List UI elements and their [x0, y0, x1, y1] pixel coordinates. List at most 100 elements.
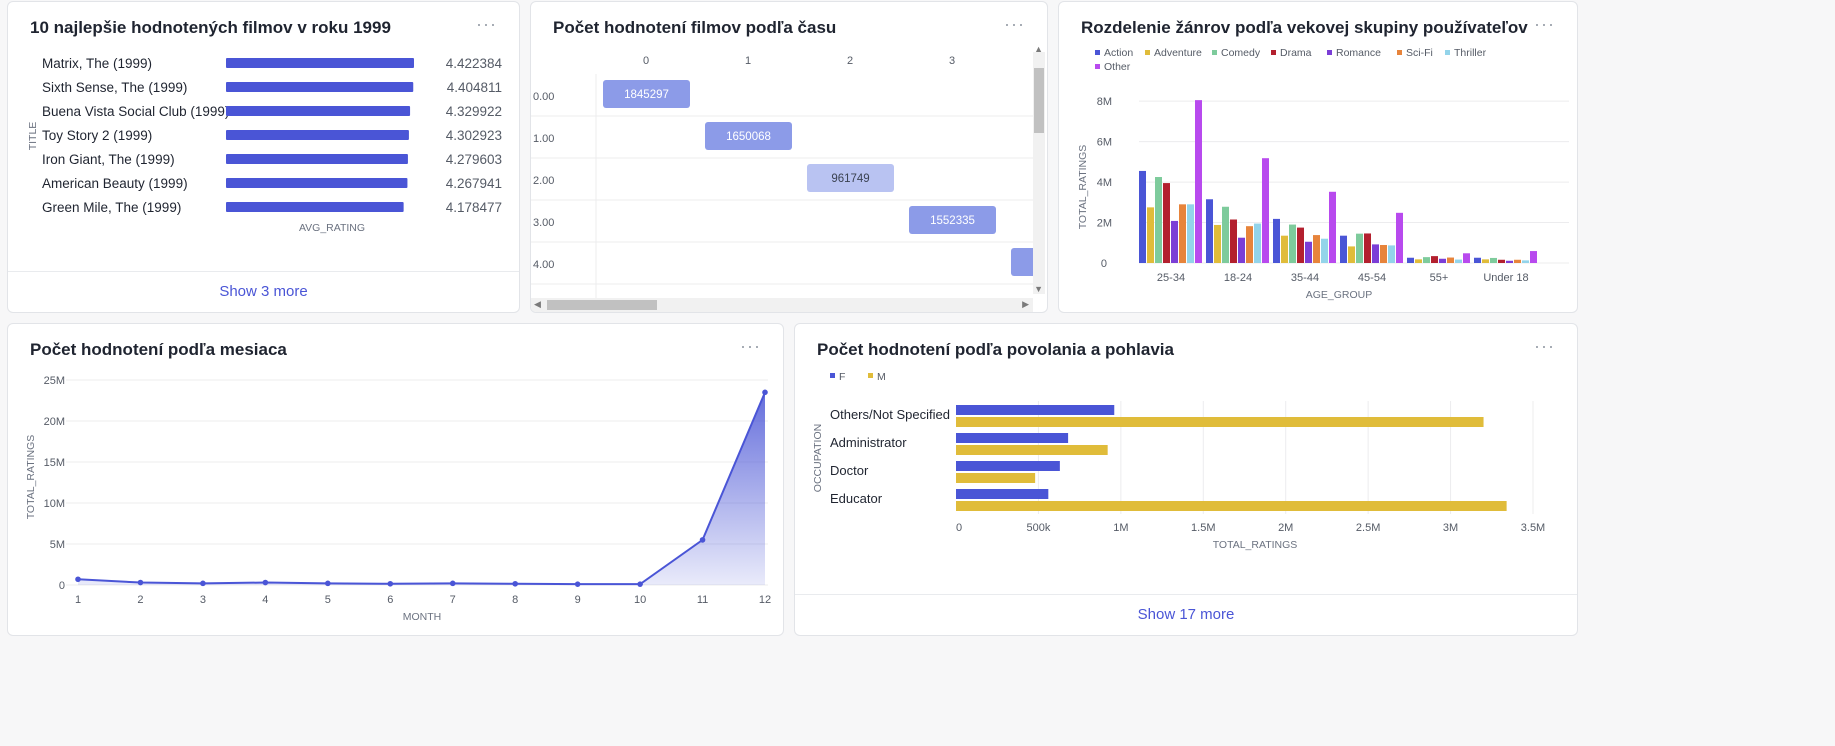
bar — [1313, 235, 1320, 263]
x-tick-label: 3M — [1443, 522, 1458, 534]
x-tick-label: 35-44 — [1291, 272, 1319, 284]
data-point — [75, 576, 81, 583]
y-tick-label: 4M — [1097, 177, 1112, 189]
bar — [1340, 235, 1347, 263]
bar — [1273, 218, 1280, 263]
x-axis-label: MONTH — [403, 611, 442, 623]
bar — [1514, 259, 1521, 263]
category-label: Doctor — [830, 463, 869, 478]
bar — [1463, 253, 1470, 263]
legend-label: Drama — [1280, 47, 1312, 59]
heatmap-cell — [1011, 248, 1035, 276]
legend-swatch — [1445, 50, 1450, 55]
bar — [1254, 223, 1261, 263]
vertical-scrollbar[interactable] — [1033, 52, 1045, 294]
bar — [1305, 241, 1312, 263]
scrollbar-thumb[interactable] — [1034, 68, 1044, 133]
bar — [1407, 257, 1414, 263]
scroll-up-icon[interactable]: ▲ — [1034, 44, 1043, 54]
x-tick-label: 55+ — [1430, 272, 1449, 284]
scroll-right-icon[interactable]: ▶ — [1022, 299, 1029, 310]
card-genres-by-age: Rozdelenie žánrov podľa vekovej skupiny … — [1058, 1, 1578, 313]
column-label: 1 — [745, 55, 751, 67]
data-point — [200, 580, 206, 587]
bar — [1506, 260, 1513, 263]
row-label: 4.00 — [533, 259, 554, 271]
y-tick-label: 25M — [44, 375, 65, 387]
x-tick-label: 2.5M — [1356, 522, 1380, 534]
bar — [1388, 245, 1395, 263]
bar — [1490, 257, 1497, 263]
cell-value: 1650068 — [726, 131, 771, 143]
y-tick-label: 2M — [1097, 218, 1112, 230]
occupation-bar-chart: F M 0 500k 1M 1.5M 2M 2.5M 3M 3.5M Others/Not Spec… — [812, 371, 1545, 551]
bar — [1447, 257, 1454, 263]
card-title: Počet hodnotení filmov podľa času — [553, 18, 837, 37]
bar — [1522, 260, 1529, 263]
y-tick-label: 20M — [44, 416, 65, 428]
legend-swatch — [1327, 50, 1332, 55]
value-label: 4.267941 — [446, 176, 502, 191]
category-label: Administrator — [830, 435, 907, 450]
y-tick-label: 8M — [1097, 96, 1112, 108]
cell-value: 1552335 — [930, 215, 975, 227]
bar — [1423, 257, 1430, 263]
value-label: 4.404811 — [447, 80, 502, 95]
legend-swatch — [830, 373, 835, 378]
bar — [1431, 256, 1438, 263]
legend-label: Comedy — [1221, 47, 1261, 59]
y-tick-label: 6M — [1097, 137, 1112, 149]
scroll-down-icon[interactable]: ▼ — [1034, 284, 1043, 294]
bar — [1238, 237, 1245, 263]
bar — [956, 461, 1060, 471]
legend-label: Action — [1104, 47, 1133, 59]
data-point — [637, 581, 643, 587]
bar — [1455, 259, 1462, 263]
bar — [226, 130, 409, 140]
show-more-button[interactable]: Show 17 more — [795, 594, 1577, 635]
bar — [956, 417, 1484, 427]
scrollbar-thumb[interactable] — [547, 300, 657, 310]
row-label: 0.00 — [533, 91, 554, 103]
legend-label: Other — [1104, 61, 1131, 73]
card-top-movies: 10 najlepšie hodnotených filmov v roku 1… — [7, 1, 520, 313]
row-label: 2.00 — [533, 175, 554, 187]
value-label: 4.422384 — [446, 56, 503, 71]
bar — [1364, 233, 1371, 263]
monthly-area-chart: 05M10M15M20M25M1 2 3 4 5 6 7 8 9 10 11 12MONTHTOTAL… — [25, 375, 771, 623]
value-label: 4.178477 — [446, 200, 502, 215]
bar — [1139, 170, 1146, 263]
bar — [1474, 257, 1481, 263]
x-tick-label: 18-24 — [1224, 272, 1252, 284]
bar — [1262, 158, 1269, 263]
x-tick-label: 500k — [1026, 522, 1050, 534]
card-ratings-by-occupation: Počet hodnotení podľa povolania a pohlav… — [794, 323, 1578, 636]
y-axis-label: TOTAL_RATINGS — [1077, 145, 1089, 230]
y-tick-label: 15M — [44, 457, 65, 469]
data-point — [325, 580, 331, 587]
x-tick-label: 45-54 — [1358, 272, 1386, 284]
legend-swatch — [1212, 50, 1217, 55]
x-tick-label: 7 — [450, 594, 456, 606]
more-options-icon[interactable]: ··· — [1004, 14, 1025, 35]
horizontal-scrollbar[interactable] — [531, 298, 1033, 312]
data-point — [574, 581, 581, 587]
bar — [1356, 233, 1363, 263]
y-tick-label: 10M — [44, 498, 65, 510]
legend-label: Sci-Fi — [1406, 47, 1433, 59]
legend-swatch — [1145, 50, 1150, 55]
scroll-left-icon[interactable]: ◀ — [534, 299, 541, 310]
bar — [1498, 259, 1505, 263]
bar — [1246, 226, 1253, 263]
bar — [226, 154, 408, 164]
category-label: Green Mile, The (1999) — [42, 200, 181, 215]
show-more-button[interactable]: Show 3 more — [8, 271, 519, 312]
x-tick-label: 12 — [759, 594, 771, 606]
value-label: 4.302923 — [446, 128, 502, 143]
data-point — [512, 580, 518, 587]
x-tick-label: 11 — [697, 594, 708, 606]
x-tick-label: 1M — [1113, 522, 1128, 534]
bar — [956, 473, 1036, 483]
bar — [1214, 224, 1221, 263]
x-tick-label: 2 — [137, 594, 143, 606]
